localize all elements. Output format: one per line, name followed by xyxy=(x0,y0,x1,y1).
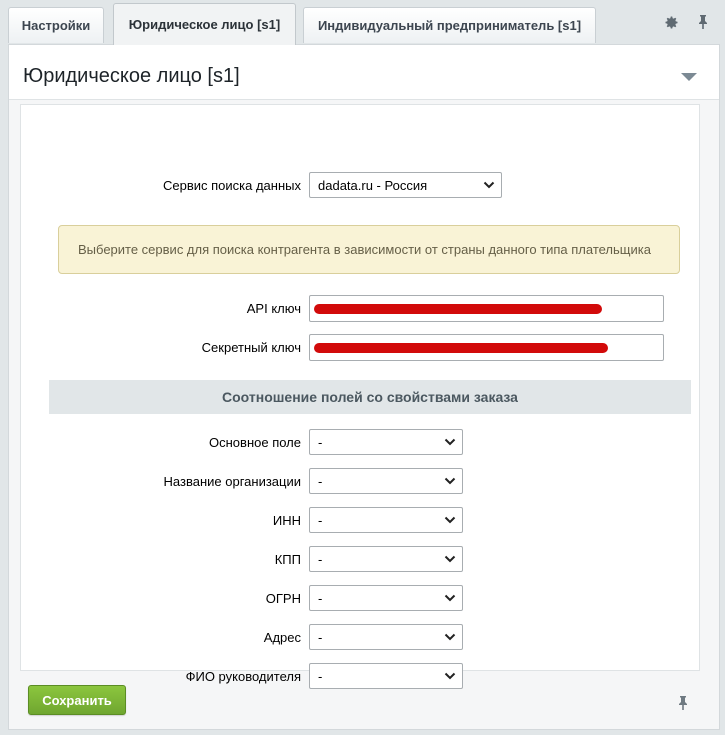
chevron-down-icon xyxy=(444,477,456,485)
mapping-value: - xyxy=(318,591,323,606)
chevron-down-icon xyxy=(444,438,456,446)
panel-header: Юридическое лицо [s1] xyxy=(9,45,719,100)
tab-bar: Настройки Юридическое лицо [s1] Индивиду… xyxy=(0,0,725,45)
gear-icon[interactable] xyxy=(663,14,679,30)
mapping-row: КПП - xyxy=(21,546,701,572)
pin-icon[interactable] xyxy=(695,14,711,30)
tab-tools xyxy=(663,14,711,30)
search-service-select[interactable]: dadata.ru - Россия xyxy=(309,172,502,198)
mapping-row: Основное поле - xyxy=(21,429,701,455)
search-service-row: Сервис поиска данных dadata.ru - Россия xyxy=(21,172,701,198)
chevron-down-icon xyxy=(444,633,456,641)
mapping-value: - xyxy=(318,474,323,489)
mapping-label: Название организации xyxy=(163,474,301,489)
save-button[interactable]: Сохранить xyxy=(28,685,126,715)
tab-legal-entity[interactable]: Юридическое лицо [s1] xyxy=(113,3,296,45)
mapping-row: Адрес - xyxy=(21,624,701,650)
mapping-row: ОГРН - xyxy=(21,585,701,611)
secret-key-input[interactable] xyxy=(309,334,664,361)
chevron-down-icon xyxy=(444,555,456,563)
section-heading: Соотношение полей со свойствами заказа xyxy=(49,380,691,414)
section-heading-text: Соотношение полей со свойствами заказа xyxy=(222,389,518,405)
mapping-row: Название организации - xyxy=(21,468,701,494)
secret-key-label: Секретный ключ xyxy=(201,340,301,355)
mapping-select[interactable]: - xyxy=(309,546,463,572)
mapping-select[interactable]: - xyxy=(309,429,463,455)
chevron-down-icon xyxy=(444,516,456,524)
mapping-value: - xyxy=(318,630,323,645)
mapping-value: - xyxy=(318,552,323,567)
api-key-input[interactable] xyxy=(309,295,664,322)
tab-legal-entity-label: Юридическое лицо [s1] xyxy=(128,17,281,32)
mapping-label: ФИО руководителя xyxy=(185,669,301,684)
chevron-down-icon xyxy=(444,594,456,602)
mapping-select[interactable]: - xyxy=(309,468,463,494)
tab-individual-entrepreneur-label: Индивидуальный предприниматель [s1] xyxy=(317,18,582,33)
save-button-label: Сохранить xyxy=(42,692,112,708)
search-service-label: Сервис поиска данных xyxy=(163,178,301,193)
mapping-value: - xyxy=(318,669,323,684)
info-notice: Выберите сервис для поиска контрагента в… xyxy=(58,225,680,274)
tab-settings-label: Настройки xyxy=(21,18,91,33)
secret-key-row: Секретный ключ xyxy=(21,334,701,361)
settings-panel: Юридическое лицо [s1] Сервис поиска данн… xyxy=(8,44,720,730)
redaction-mark xyxy=(314,343,608,353)
search-service-value: dadata.ru - Россия xyxy=(318,178,428,193)
chevron-down-icon xyxy=(483,181,495,189)
pin-icon[interactable] xyxy=(677,695,691,711)
mapping-value: - xyxy=(318,513,323,528)
mapping-label: Адрес xyxy=(263,630,301,645)
mapping-select[interactable]: - xyxy=(309,507,463,533)
mapping-value: - xyxy=(318,435,323,450)
redaction-mark xyxy=(314,304,602,314)
mapping-label: Основное поле xyxy=(209,435,301,450)
mapping-row: ИНН - xyxy=(21,507,701,533)
collapse-arrow-icon[interactable] xyxy=(681,73,697,81)
tab-settings[interactable]: Настройки xyxy=(8,7,104,43)
mapping-label: КПП xyxy=(274,552,301,567)
panel-title: Юридическое лицо [s1] xyxy=(23,65,240,87)
chevron-down-icon xyxy=(444,672,456,680)
api-key-row: API ключ xyxy=(21,295,701,322)
mapping-label: ОГРН xyxy=(265,591,301,606)
tab-individual-entrepreneur[interactable]: Индивидуальный предприниматель [s1] xyxy=(303,7,596,43)
api-key-label: API ключ xyxy=(246,301,301,316)
mapping-select[interactable]: - xyxy=(309,585,463,611)
info-notice-text: Выберите сервис для поиска контрагента в… xyxy=(78,242,651,257)
form-content: Сервис поиска данных dadata.ru - Россия … xyxy=(20,104,701,689)
mapping-select[interactable]: - xyxy=(309,624,463,650)
mapping-label: ИНН xyxy=(272,513,301,528)
mapping-select[interactable]: - xyxy=(309,663,463,689)
